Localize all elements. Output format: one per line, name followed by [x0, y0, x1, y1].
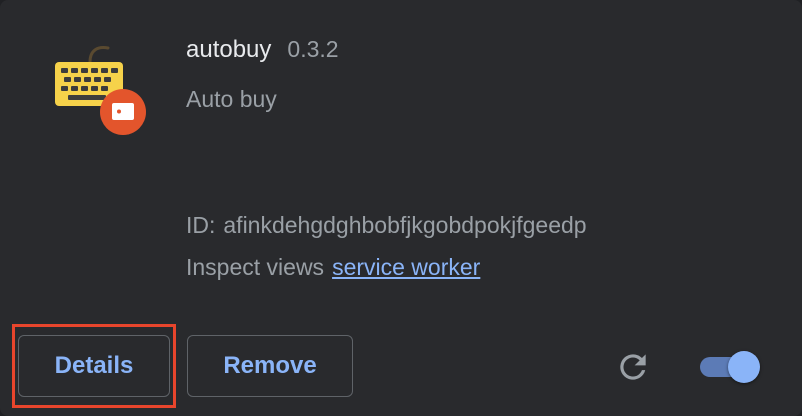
keyboard-icon — [50, 40, 150, 140]
title-row: autobuy 0.3.2 — [186, 36, 339, 64]
extension-card: autobuy 0.3.2 Auto buy ID: afinkdehgdghb… — [0, 0, 802, 416]
service-worker-link[interactable]: service worker — [332, 254, 480, 281]
toggle-knob — [728, 351, 760, 383]
reload-icon[interactable] — [614, 348, 652, 386]
remove-button[interactable]: Remove — [187, 335, 353, 397]
extension-version: 0.3.2 — [287, 36, 339, 62]
extension-name: autobuy — [186, 36, 272, 63]
extension-description: Auto buy — [186, 86, 277, 112]
extension-id-label: ID: — [186, 212, 216, 238]
inspect-views: Inspect views service worker — [186, 254, 480, 281]
extension-id-value: afinkdehgdghbobfjkgobdpokjfgeedp — [223, 212, 587, 238]
inspect-views-label: Inspect views — [186, 254, 325, 280]
details-button[interactable]: Details — [18, 335, 170, 397]
extension-id: ID: afinkdehgdghbobfjkgobdpokjfgeedp — [186, 212, 587, 239]
enable-toggle[interactable] — [700, 348, 764, 386]
